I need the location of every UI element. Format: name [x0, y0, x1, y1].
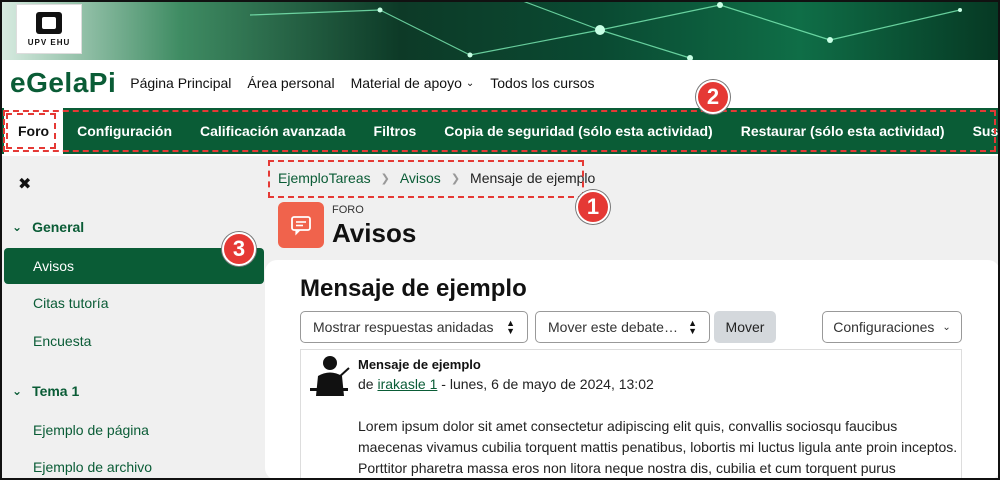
breadcrumb-course[interactable]: EjemploTareas — [278, 170, 371, 186]
sidebar-item-encuesta[interactable]: Encuesta — [33, 333, 91, 349]
callout-badge-2: 2 — [696, 80, 730, 114]
forum-icon — [278, 202, 324, 248]
chevron-down-icon: ⌄ — [12, 220, 23, 234]
tab-backup[interactable]: Copia de seguridad (sólo esta actividad) — [430, 108, 726, 154]
tab-subscriptions[interactable]: Suscripciones — [959, 108, 1000, 154]
activity-type-label: FORO — [332, 204, 364, 216]
tab-restore[interactable]: Restaurar (sólo esta actividad) — [727, 108, 959, 154]
settings-dropdown[interactable]: Configuraciones ⌄ — [822, 311, 962, 343]
course-index-drawer: ✖ ⌄ General Avisos Citas tutoría Encuest… — [0, 156, 265, 480]
site-brand[interactable]: eGelaPi — [10, 67, 116, 99]
sidebar-section-tema-1-label: Tema 1 — [32, 383, 80, 399]
nav-home[interactable]: Página Principal — [130, 75, 231, 91]
display-mode-select[interactable]: Mostrar respuestas anidadas ▲ ▼ — [300, 311, 528, 343]
nav-home-label: Página Principal — [130, 75, 232, 91]
select-arrows-icon: ▲ ▼ — [506, 318, 515, 336]
chevron-right-icon: ❯ — [450, 172, 461, 185]
logo-text: UPV EHU — [27, 37, 71, 47]
select-arrows-icon: ▲ ▼ — [688, 318, 697, 336]
breadcrumb: EjemploTareas ❯ Avisos ❯ Mensaje de ejem… — [278, 170, 595, 186]
nav-support-material[interactable]: Material de apoyo ⌄ — [351, 75, 475, 91]
primary-navbar: eGelaPi Página Principal Área personal M… — [0, 60, 1000, 106]
breadcrumb-forum[interactable]: Avisos — [400, 170, 441, 186]
sidebar-item-citas-tutoria[interactable]: Citas tutoría — [33, 295, 108, 311]
move-button[interactable]: Mover — [714, 311, 776, 343]
post-subject: Mensaje de ejemplo — [358, 357, 481, 372]
tab-filters[interactable]: Filtros — [360, 108, 431, 154]
logo-mark-icon — [36, 11, 62, 34]
header-banner: UPV EHU — [0, 0, 1000, 60]
nav-all-courses[interactable]: Todos los cursos — [490, 75, 594, 91]
post-date: - lunes, 6 de mayo de 2024, 13:02 — [437, 376, 654, 392]
chevron-right-icon: ❯ — [380, 172, 390, 185]
sidebar-item-avisos-label: Avisos — [33, 258, 74, 274]
discussion-heading: Mensaje de ejemplo — [300, 275, 527, 302]
chevron-down-icon: ⌄ — [12, 384, 23, 398]
sidebar-section-general-label: General — [32, 219, 85, 235]
post-by-label: de — [358, 376, 374, 392]
nav-personal-area-label: Área personal — [247, 75, 335, 91]
close-drawer-icon[interactable]: ✖ — [18, 174, 31, 194]
secondary-navbar: Foro Configuración Calificación avanzada… — [0, 108, 1000, 154]
callout-badge-3: 3 — [222, 232, 256, 266]
user-avatar-icon[interactable] — [308, 354, 350, 398]
sidebar-item-ejemplo-pagina[interactable]: Ejemplo de página — [33, 422, 149, 438]
callout-badge-1: 1 — [576, 190, 610, 224]
tab-forum[interactable]: Foro — [4, 108, 64, 154]
banner-network-graphic — [249, 0, 962, 60]
tab-settings[interactable]: Configuración — [63, 108, 186, 154]
page-title: Avisos — [332, 218, 417, 248]
nav-support-material-label: Material de apoyo — [350, 75, 462, 91]
sidebar-item-ejemplo-archivo[interactable]: Ejemplo de archivo — [33, 459, 152, 475]
post-meta: de irakasle 1 - lunes, 6 de mayo de 2024… — [358, 376, 654, 392]
post-author-link[interactable]: irakasle 1 — [377, 376, 437, 392]
chevron-down-icon: ⌄ — [465, 77, 475, 89]
sidebar-section-general[interactable]: ⌄ General — [12, 219, 84, 235]
sidebar-section-tema-1[interactable]: ⌄ Tema 1 — [12, 383, 79, 399]
breadcrumb-current: Mensaje de ejemplo — [470, 170, 596, 186]
move-discussion-value: Mover este debate a... — [548, 319, 678, 335]
settings-dropdown-label: Configuraciones — [833, 319, 935, 335]
nav-all-courses-label: Todos los cursos — [490, 75, 595, 91]
display-mode-value: Mostrar respuestas anidadas — [313, 319, 494, 335]
university-logo[interactable]: UPV EHU — [16, 4, 82, 54]
move-discussion-select[interactable]: Mover este debate a... ▲ ▼ — [535, 311, 710, 343]
post-body: Lorem ipsum dolor sit amet consectetur a… — [358, 418, 958, 476]
chevron-down-icon: ⌄ — [942, 321, 951, 333]
nav-personal-area[interactable]: Área personal — [247, 75, 334, 91]
tab-advanced-grading[interactable]: Calificación avanzada — [186, 108, 360, 154]
